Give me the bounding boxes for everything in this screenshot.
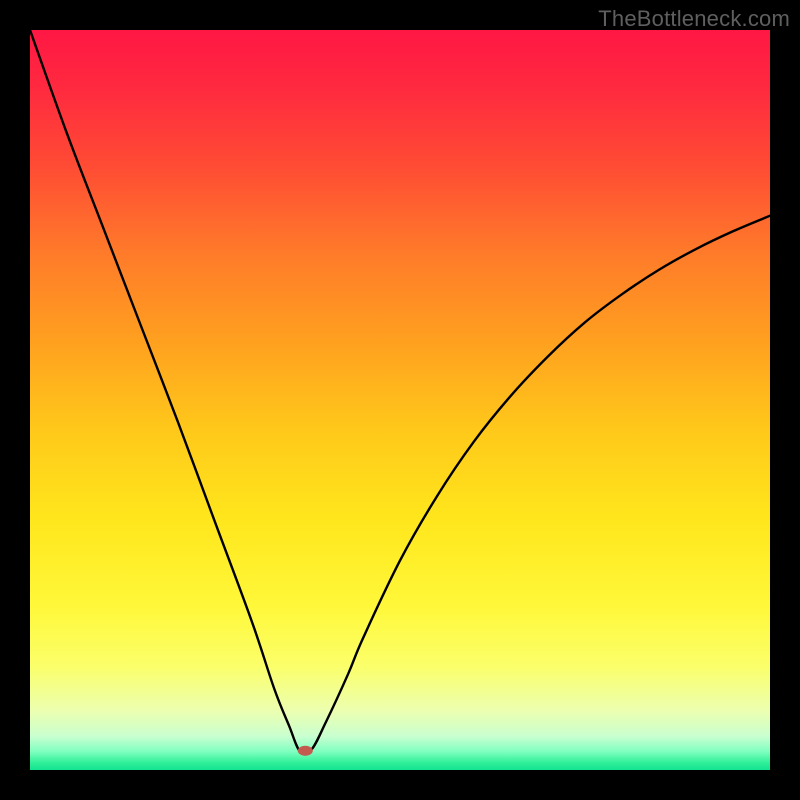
watermark-text: TheBottleneck.com	[598, 6, 790, 32]
chart-frame: TheBottleneck.com	[0, 0, 800, 800]
plot-area	[30, 30, 770, 770]
bottleneck-chart	[30, 30, 770, 770]
gradient-background	[30, 30, 770, 770]
optimal-point-marker	[298, 746, 313, 756]
